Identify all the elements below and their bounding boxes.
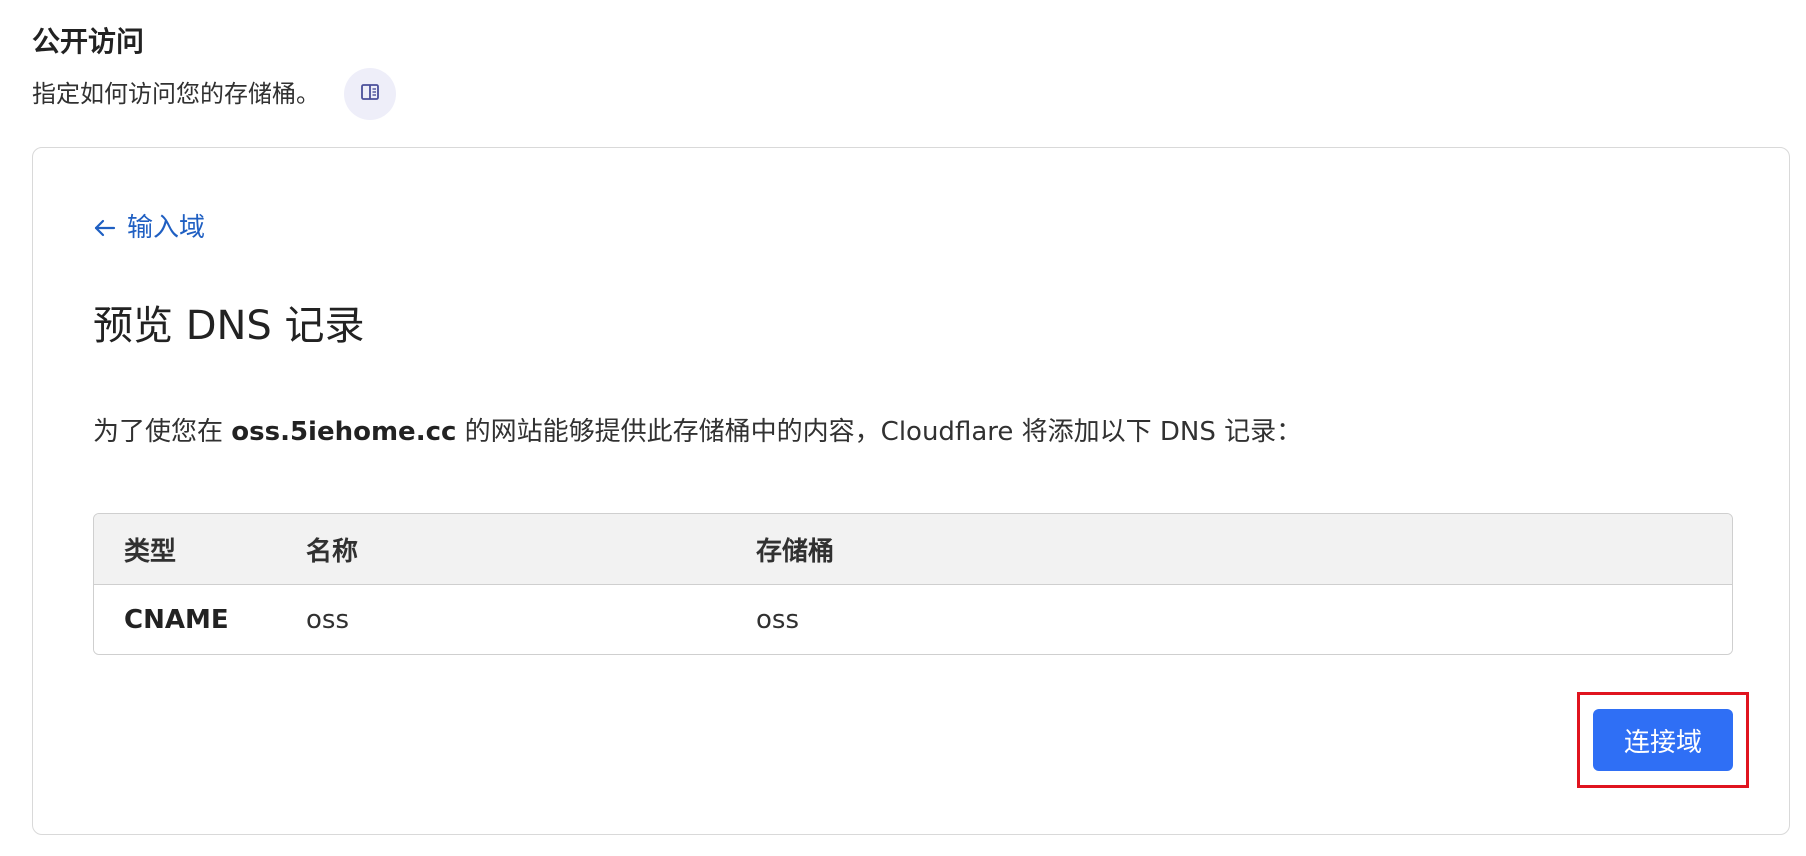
section-title: 公开访问 bbox=[32, 25, 145, 58]
connect-button-highlight: 连接域 bbox=[1577, 692, 1749, 788]
dns-preview-card: 输入域 预览 DNS 记录 为了使您在 oss.5iehome.cc 的网站能够… bbox=[32, 147, 1790, 835]
header-bucket: 存储桶 bbox=[726, 514, 1732, 585]
description-suffix: 的网站能够提供此存储桶中的内容，Cloudflare 将添加以下 DNS 记录： bbox=[456, 417, 1303, 447]
table-row: CNAME oss oss bbox=[94, 585, 1732, 654]
card-title: 预览 DNS 记录 bbox=[93, 303, 365, 349]
public-access-page: 公开访问 指定如何访问您的存储桶。 输入域 预览 DNS 记录 为了使您在 os… bbox=[0, 0, 1806, 856]
dns-records-table: 类型 名称 存储桶 CNAME oss oss bbox=[93, 513, 1733, 655]
back-to-enter-domain-link[interactable]: 输入域 bbox=[93, 208, 205, 248]
connect-domain-button[interactable]: 连接域 bbox=[1593, 709, 1733, 771]
arrow-left-icon bbox=[93, 216, 117, 240]
book-icon bbox=[359, 81, 381, 107]
card-description: 为了使您在 oss.5iehome.cc 的网站能够提供此存储桶中的内容，Clo… bbox=[93, 412, 1302, 452]
back-link-label: 输入域 bbox=[127, 213, 206, 243]
header-type: 类型 bbox=[94, 514, 276, 585]
description-prefix: 为了使您在 bbox=[93, 417, 232, 447]
section-description-text: 指定如何访问您的存储桶。 bbox=[32, 80, 320, 108]
record-bucket-cell: oss bbox=[726, 585, 1732, 654]
header-name: 名称 bbox=[276, 514, 726, 585]
description-domain: oss.5iehome.cc bbox=[231, 417, 457, 447]
record-type-cell: CNAME bbox=[94, 585, 276, 654]
docs-button[interactable] bbox=[344, 68, 396, 120]
record-name-cell: oss bbox=[276, 585, 726, 654]
section-description: 指定如何访问您的存储桶。 bbox=[32, 68, 396, 120]
table-header-row: 类型 名称 存储桶 bbox=[94, 514, 1732, 585]
